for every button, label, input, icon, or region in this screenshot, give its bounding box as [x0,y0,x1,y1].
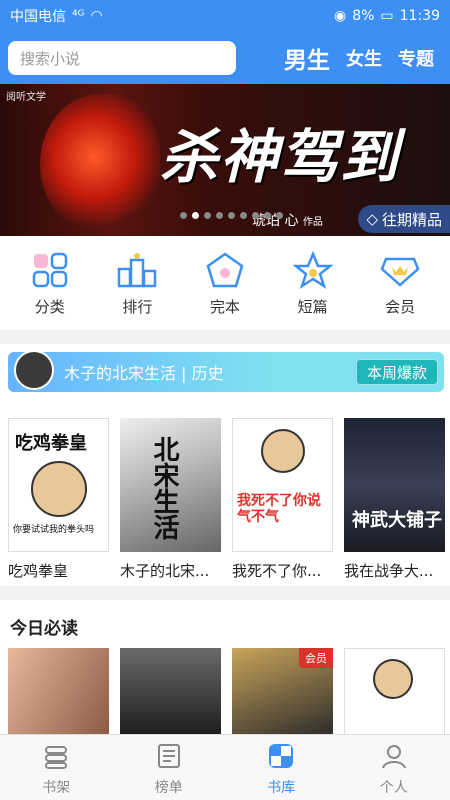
ranking-icon [154,741,184,771]
book-card[interactable] [120,648,221,738]
book-card[interactable] [8,648,109,738]
book-card[interactable]: 我死不了你说气不气 我死不了你... [232,418,333,581]
today-book-list: 会员 [8,648,445,738]
book-cover: 会员 [232,648,333,738]
banner-title: 杀神驾到 [160,123,401,191]
category-short[interactable]: 短篇 [278,250,348,330]
carrier-label: 中国电信 [10,9,66,25]
book-title: 吃鸡拳皇 [8,562,69,580]
eye-icon: ◉ [333,8,347,24]
nav-label: 榜单 [154,780,183,796]
podium-icon [116,250,158,290]
signal-icon: ⁴ᴳ [72,8,85,24]
book-cover [8,648,109,738]
book-cover [344,648,445,738]
diamond-icon: ◇ [366,210,378,228]
dragon-artwork [40,94,160,234]
book-cover: 北宋生活 [120,418,221,552]
star-icon [292,250,334,290]
tab-female[interactable]: 女生 [338,45,390,71]
meme-face-image [261,429,305,473]
reading-history-bar[interactable]: 木子的北宋生活 | 历史 本周爆款 [8,350,444,392]
category-ranking[interactable]: 排行 [102,250,172,330]
book-cover [120,648,221,738]
channel-tabs: 男生 女生 专题 [276,41,442,75]
wifi-icon: ◠ [90,8,103,24]
past-picks-button[interactable]: ◇ 往期精品 [358,205,450,233]
cover-title: 北宋生活 [149,436,179,540]
tab-male[interactable]: 男生 [276,41,338,75]
nav-label: 书库 [267,780,296,796]
weekly-hits-button[interactable]: 本周爆款 [355,359,438,385]
book-avatar [14,350,54,390]
book-title: 我死不了你... [232,562,322,580]
book-card[interactable] [344,648,445,738]
book-card[interactable]: 神武大铺子 我在战争大... [344,418,445,581]
grid-icon [29,250,71,290]
book-cover: 神武大铺子 [344,418,445,552]
today-section: 今日必读 会员 [0,600,450,740]
history-text: 木子的北宋生活 | 历史 [64,364,224,383]
cover-title: 吃鸡拳皇 [15,433,87,454]
category-vip[interactable]: 会员 [365,250,435,330]
past-picks-label: 往期精品 [381,210,442,229]
meme-face-image [31,461,87,517]
category-label: 排行 [122,298,153,316]
book-title: 木子的北宋... [120,562,210,580]
book-cover: 我死不了你说气不气 [232,418,333,552]
weekly-section: 木子的北宋生活 | 历史 本周爆款 吃鸡拳皇 你要试试我的拳头吗 吃鸡拳皇 北宋… [0,344,450,586]
bottom-nav: 书架 榜单 书库 个人 [0,734,450,800]
crown-icon [379,250,421,290]
carousel-indicator [180,212,283,219]
clock: 11:39 [399,8,440,24]
vip-badge: 会员 [299,648,333,668]
search-placeholder: 搜索小说 [20,49,81,68]
category-row: 分类 排行 完本 短篇 会员 [0,236,450,330]
book-title: 我在战争大... [344,562,434,580]
category-label: 会员 [385,298,416,316]
pentagon-icon [204,250,246,290]
section-heading: 今日必读 [10,619,78,639]
nav-label: 书架 [42,780,71,796]
search-input[interactable]: 搜索小说 [8,41,236,75]
cover-title: 我死不了你说气不气 [237,493,321,525]
nav-label: 个人 [379,780,408,796]
category-label: 分类 [34,298,65,316]
book-card[interactable]: 吃鸡拳皇 你要试试我的拳头吗 吃鸡拳皇 [8,418,109,581]
nav-profile[interactable]: 个人 [359,741,429,800]
cover-subtitle: 你要试试我的拳头吗 [13,525,95,535]
category-completed[interactable]: 完本 [190,250,260,330]
library-icon [266,741,296,771]
status-bar: 中国电信 ⁴ᴳ ◠ ◉ 8% ▭ 11:39 [0,0,450,32]
cover-title: 神武大铺子 [352,510,442,531]
bookshelf-icon [41,741,71,771]
top-header: 搜索小说 男生 女生 专题 [0,32,450,84]
nav-bookshelf[interactable]: 书架 [21,741,91,800]
category-classify[interactable]: 分类 [15,250,85,330]
nav-library[interactable]: 书库 [246,741,316,800]
category-label: 短篇 [297,298,328,316]
book-list: 吃鸡拳皇 你要试试我的拳头吗 吃鸡拳皇 北宋生活 木子的北宋... 我死不了你说… [8,418,445,581]
user-icon [379,741,409,771]
banner-author-tag: 作品 [302,217,323,228]
category-label: 完本 [209,298,240,316]
nav-ranking[interactable]: 榜单 [134,741,204,800]
book-cover: 吃鸡拳皇 你要试试我的拳头吗 [8,418,109,552]
book-card[interactable]: 会员 [232,648,333,738]
banner-logo: 阅听文学 [6,92,46,103]
tab-topics[interactable]: 专题 [390,45,442,71]
book-card[interactable]: 北宋生活 木子的北宋... [120,418,221,581]
meme-face-image [373,659,413,699]
battery-icon: ▭ [380,8,394,24]
battery-percent: 8% [352,8,375,24]
